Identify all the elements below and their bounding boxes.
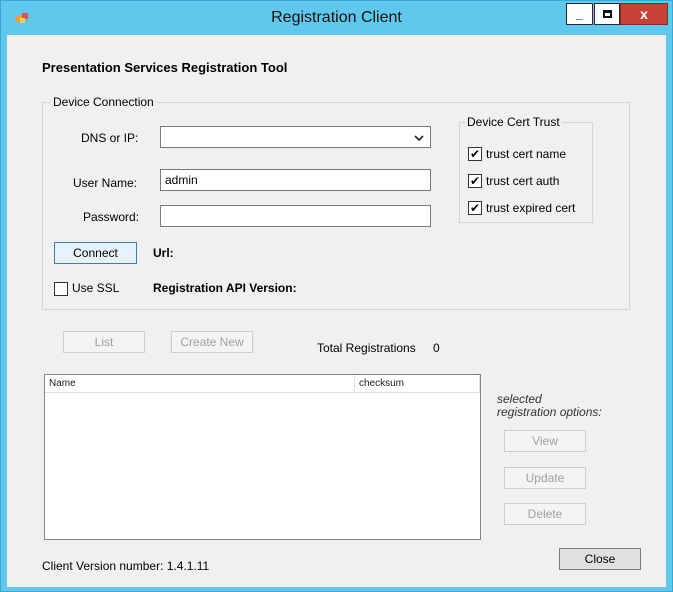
url-label: Url: bbox=[153, 246, 174, 260]
trust-cert-auth-checkbox[interactable]: ✔ bbox=[468, 174, 482, 188]
close-window-button[interactable]: x bbox=[620, 3, 668, 25]
maximize-icon bbox=[602, 10, 612, 18]
cert-trust-legend: Device Cert Trust bbox=[465, 115, 562, 129]
view-button[interactable]: View bbox=[504, 430, 586, 452]
delete-button[interactable]: Delete bbox=[504, 503, 586, 525]
trust-expired-cert-label: trust expired cert bbox=[486, 201, 576, 215]
total-registrations-label: Total Registrations bbox=[317, 341, 416, 355]
client-version-label: Client Version number: 1.4.1.11 bbox=[42, 559, 210, 573]
trust-cert-name-checkbox[interactable]: ✔ bbox=[468, 147, 482, 161]
maximize-button[interactable] bbox=[594, 3, 620, 25]
trust-cert-name-label: trust cert name bbox=[486, 147, 567, 161]
update-button[interactable]: Update bbox=[504, 467, 586, 489]
create-new-button[interactable]: Create New bbox=[171, 331, 253, 353]
options-caption-line1: selected bbox=[497, 392, 542, 406]
api-version-label: Registration API Version: bbox=[153, 281, 297, 295]
close-button[interactable]: Close bbox=[559, 548, 641, 570]
client-area: Presentation Services Registration Tool … bbox=[7, 35, 666, 587]
title-bar[interactable]: Registration Client _ x bbox=[1, 1, 672, 35]
checkmark-icon: ✔ bbox=[469, 147, 481, 161]
options-caption-line2: registration options: bbox=[497, 405, 602, 419]
registration-client-window: Registration Client _ x Presentation Ser… bbox=[0, 0, 673, 592]
trust-expired-cert-checkbox[interactable]: ✔ bbox=[468, 201, 482, 215]
column-header-checksum[interactable]: checksum bbox=[355, 375, 480, 393]
checkmark-icon: ✔ bbox=[469, 174, 481, 188]
checkmark-icon: ✔ bbox=[469, 201, 481, 215]
use-ssl-checkbox[interactable] bbox=[54, 282, 68, 296]
username-input[interactable] bbox=[160, 169, 431, 191]
list-button[interactable]: List bbox=[63, 331, 145, 353]
connect-button[interactable]: Connect bbox=[54, 242, 137, 264]
dns-combobox[interactable] bbox=[160, 126, 431, 148]
dns-label: DNS or IP: bbox=[81, 131, 139, 145]
password-label: Password: bbox=[83, 210, 140, 224]
trust-cert-auth-label: trust cert auth bbox=[486, 174, 560, 188]
tool-heading: Presentation Services Registration Tool bbox=[42, 60, 288, 75]
use-ssl-label: Use SSL bbox=[72, 281, 120, 295]
total-registrations-value: 0 bbox=[433, 341, 440, 355]
password-input[interactable] bbox=[160, 205, 431, 227]
device-connection-legend: Device Connection bbox=[51, 95, 156, 109]
minimize-button[interactable]: _ bbox=[566, 3, 593, 25]
username-label: User Name: bbox=[73, 176, 138, 190]
column-header-name[interactable]: Name bbox=[45, 375, 355, 393]
chevron-down-icon[interactable] bbox=[414, 130, 424, 144]
registrations-listview[interactable]: Name checksum bbox=[44, 374, 481, 540]
